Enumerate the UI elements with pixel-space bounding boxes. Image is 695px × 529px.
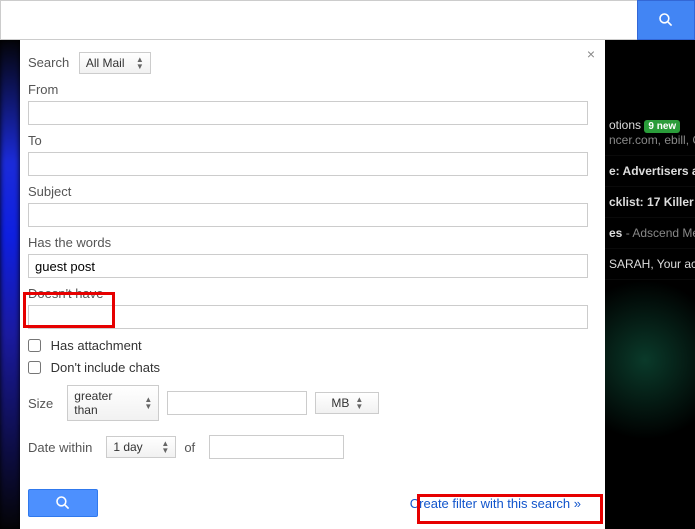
search-scope-row: Search All Mail ▲▼ — [28, 52, 589, 74]
date-value-input[interactable] — [209, 435, 344, 459]
search-scope-select[interactable]: All Mail ▲▼ — [79, 52, 151, 74]
search-scope-label: Search — [28, 55, 69, 70]
search-scope-value: All Mail — [86, 56, 125, 70]
size-unit-value: MB — [331, 396, 349, 410]
dont-include-chats-checkbox[interactable] — [28, 361, 41, 374]
mail-row-title: otions — [609, 118, 641, 132]
mail-row-title: y articles!) — [609, 381, 664, 395]
new-count-badge: 9 new — [644, 120, 680, 133]
mail-list-row[interactable]: nmary - A brief — [605, 342, 695, 373]
mail-row-sub: - Hell — [664, 381, 695, 395]
date-of-label: of — [184, 440, 195, 455]
size-value-input[interactable] — [167, 391, 307, 415]
mail-row-sub: - A brief — [645, 350, 689, 364]
updown-icon: ▲▼ — [136, 56, 144, 70]
top-search-bar — [0, 0, 695, 40]
date-range-value: 1 day — [113, 440, 142, 454]
mail-row-title: es — [609, 226, 622, 240]
mail-list-row[interactable]: SARAH, Your ac — [605, 249, 695, 280]
subject-label: Subject — [28, 184, 589, 199]
has-words-label: Has the words — [28, 235, 589, 250]
date-range-select[interactable]: 1 day ▲▼ — [106, 436, 176, 458]
updown-icon: ▲▼ — [144, 396, 152, 410]
date-within-label: Date within — [28, 440, 92, 455]
from-input[interactable] — [28, 101, 588, 125]
mail-row-title: e: Advertisers a — [609, 164, 695, 178]
mail-row-title: SARAH, Your ac — [609, 257, 695, 271]
mail-row-title: nmary — [609, 350, 645, 364]
has-attachment-checkbox[interactable] — [28, 339, 41, 352]
create-filter-link[interactable]: Create filter with this search » — [402, 490, 589, 517]
dont-include-chats-label: Don't include chats — [51, 360, 160, 375]
advanced-search-panel: × Search All Mail ▲▼ From To Subject Has… — [20, 40, 605, 529]
size-op-value: greater than — [74, 389, 138, 417]
main-search-input[interactable] — [0, 0, 637, 40]
main-search-button[interactable] — [637, 0, 695, 40]
mail-list-row[interactable]: Out of Each Ho — [605, 311, 695, 342]
has-attachment-label: Has attachment — [51, 338, 142, 353]
mail-row-title: atient Sees A D — [609, 288, 695, 302]
mail-list-row[interactable]: cklist: 17 Killer — [605, 187, 695, 218]
size-op-select[interactable]: greater than ▲▼ — [67, 385, 159, 421]
to-label: To — [28, 133, 589, 148]
close-icon[interactable]: × — [587, 46, 595, 62]
size-unit-select[interactable]: MB ▲▼ — [315, 392, 379, 414]
background-blur-strip — [0, 40, 20, 529]
updown-icon: ▲▼ — [355, 396, 363, 410]
updown-icon: ▲▼ — [161, 440, 169, 454]
doesnt-have-input[interactable] — [28, 305, 588, 329]
mail-list-row[interactable]: e: Advertisers a — [605, 156, 695, 187]
mail-row-title: SARAH, Your ac — [609, 412, 695, 426]
mail-list-partial: otions 9 new ncer.com, ebill, Go e: Adve… — [605, 40, 695, 529]
search-icon — [55, 495, 71, 511]
mail-list-row[interactable]: atient Sees A D — [605, 280, 695, 311]
mail-row-title: cklist: 17 Killer — [609, 195, 694, 209]
mail-row-sub: - Adscend Me — [622, 226, 695, 240]
mail-list-row[interactable]: es - Adscend Me — [605, 218, 695, 249]
doesnt-have-label: Doesn't have — [28, 286, 589, 301]
mail-list-row[interactable]: SARAH, Your ac — [605, 404, 695, 435]
mail-list-row[interactable]: y articles!) - Hell — [605, 373, 695, 404]
subject-input[interactable] — [28, 203, 588, 227]
search-icon — [658, 12, 674, 28]
from-label: From — [28, 82, 589, 97]
has-words-input[interactable] — [28, 254, 588, 278]
mail-row-sub: ncer.com, ebill, Go — [609, 133, 695, 147]
mail-list-row[interactable]: otions 9 new ncer.com, ebill, Go — [605, 110, 695, 156]
mail-row-title: Out of Each Ho — [609, 319, 695, 333]
to-input[interactable] — [28, 152, 588, 176]
size-label: Size — [28, 396, 53, 411]
panel-search-button[interactable] — [28, 489, 98, 517]
